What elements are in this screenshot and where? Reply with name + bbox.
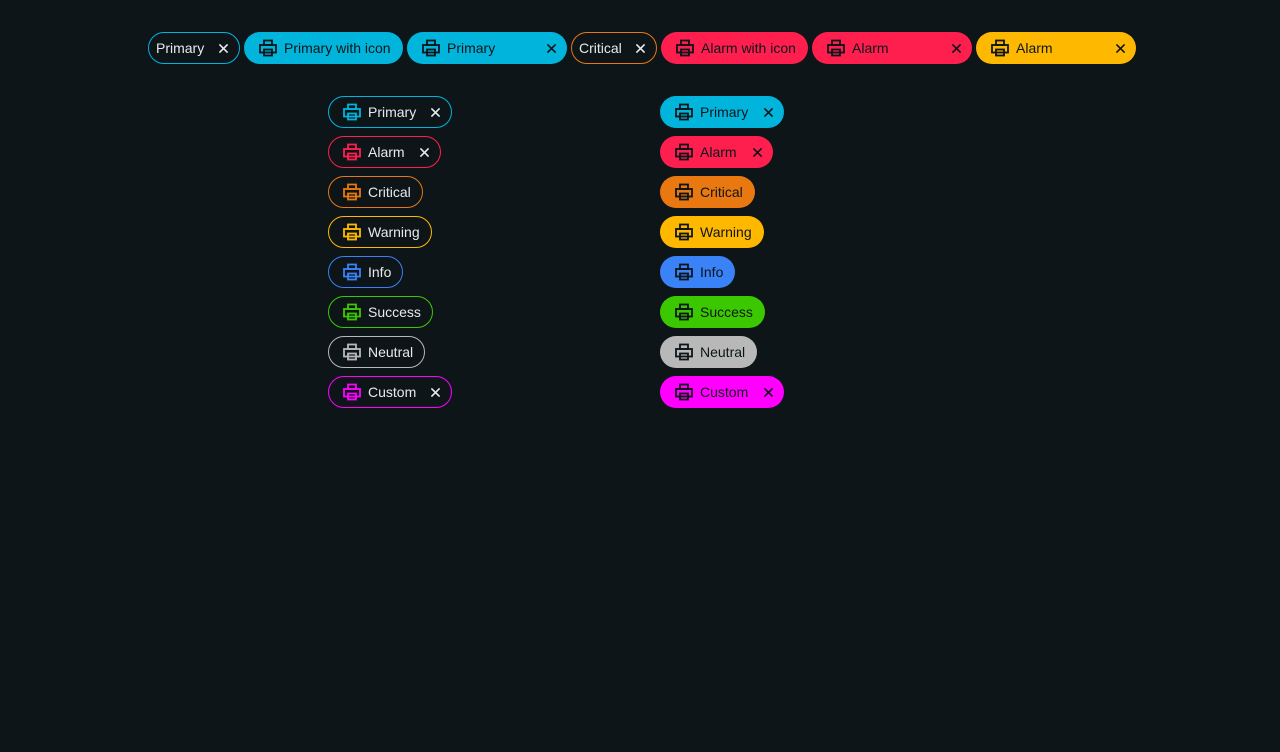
chip-label: Warning — [368, 224, 420, 240]
printer-icon — [674, 342, 694, 362]
chip-label: Alarm — [368, 144, 405, 160]
close-icon[interactable] — [633, 33, 647, 63]
chip-primary-filled-closable[interactable]: Primary — [407, 32, 567, 64]
chip-outline-custom[interactable]: Custom — [328, 376, 452, 408]
chip-label: Primary — [368, 104, 417, 120]
close-icon[interactable] — [1113, 32, 1127, 64]
chip-label: Info — [368, 264, 392, 280]
chip-filled-neutral[interactable]: Neutral — [660, 336, 757, 368]
printer-icon — [342, 342, 362, 362]
chip-label: Success — [700, 304, 753, 320]
chip-label: Success — [368, 304, 421, 320]
printer-icon — [258, 38, 278, 58]
chip-outline-alarm[interactable]: Alarm — [328, 136, 441, 168]
chip-outline-critical[interactable]: Critical — [328, 176, 423, 208]
printer-icon — [342, 262, 362, 282]
chip-label: Critical — [579, 40, 622, 56]
chip-primary-outline-closable[interactable]: Primary — [148, 32, 240, 64]
chip-primary-with-icon[interactable]: Primary with icon — [244, 32, 403, 64]
printer-icon — [674, 182, 694, 202]
chip-outline-warning[interactable]: Warning — [328, 216, 432, 248]
printer-icon — [674, 262, 694, 282]
chip-filled-alarm[interactable]: Alarm — [660, 136, 773, 168]
chip-filled-warning[interactable]: Warning — [660, 216, 764, 248]
chip-filled-custom[interactable]: Custom — [660, 376, 784, 408]
chip-label: Primary — [156, 40, 205, 56]
chip-alarm-with-icon[interactable]: Alarm with icon — [661, 32, 808, 64]
printer-icon — [342, 102, 362, 122]
printer-icon — [826, 38, 846, 58]
close-icon[interactable] — [417, 137, 431, 167]
chip-label: Alarm with icon — [701, 40, 796, 56]
close-icon[interactable] — [544, 32, 558, 64]
close-icon[interactable] — [428, 97, 442, 127]
printer-icon — [675, 38, 695, 58]
chip-label: Critical — [368, 184, 411, 200]
close-icon[interactable] — [216, 33, 230, 63]
close-icon[interactable] — [750, 136, 764, 168]
chip-label: Info — [700, 264, 724, 280]
chip-filled-info[interactable]: Info — [660, 256, 735, 288]
chip-filled-success[interactable]: Success — [660, 296, 765, 328]
chips-demo-page: Primary Primary with icon Primary Critic… — [0, 0, 1280, 752]
chip-label: Alarm — [700, 144, 737, 160]
printer-icon — [674, 382, 694, 402]
chip-label: Neutral — [368, 344, 414, 360]
chip-label: Primary with icon — [284, 40, 391, 56]
printer-icon — [674, 142, 694, 162]
printer-icon — [342, 142, 362, 162]
chip-filled-critical[interactable]: Critical — [660, 176, 755, 208]
chip-label: Neutral — [700, 344, 746, 360]
printer-icon — [342, 302, 362, 322]
chip-outline-info[interactable]: Info — [328, 256, 403, 288]
chip-outline-primary[interactable]: Primary — [328, 96, 452, 128]
printer-icon — [342, 382, 362, 402]
printer-icon — [990, 38, 1010, 58]
chip-label: Primary — [700, 104, 749, 120]
chip-alarm-filled-closable[interactable]: Alarm — [812, 32, 972, 64]
chip-critical-outline-closable[interactable]: Critical — [571, 32, 657, 64]
printer-icon — [674, 102, 694, 122]
close-icon[interactable] — [949, 32, 963, 64]
chip-label: Custom — [700, 384, 749, 400]
printer-icon — [674, 302, 694, 322]
chip-label: Primary — [447, 40, 496, 56]
printer-icon — [674, 222, 694, 242]
printer-icon — [342, 222, 362, 242]
chip-label: Alarm — [852, 40, 889, 56]
close-icon[interactable] — [761, 96, 775, 128]
chip-label: Alarm — [1016, 40, 1053, 56]
chip-filled-primary[interactable]: Primary — [660, 96, 784, 128]
close-icon[interactable] — [428, 377, 442, 407]
printer-icon — [421, 38, 441, 58]
chip-outline-neutral[interactable]: Neutral — [328, 336, 425, 368]
close-icon[interactable] — [761, 376, 775, 408]
chip-label: Warning — [700, 224, 752, 240]
chip-label: Critical — [700, 184, 743, 200]
chip-alarm-warning-closable[interactable]: Alarm — [976, 32, 1136, 64]
printer-icon — [342, 182, 362, 202]
chip-outline-success[interactable]: Success — [328, 296, 433, 328]
chip-label: Custom — [368, 384, 417, 400]
